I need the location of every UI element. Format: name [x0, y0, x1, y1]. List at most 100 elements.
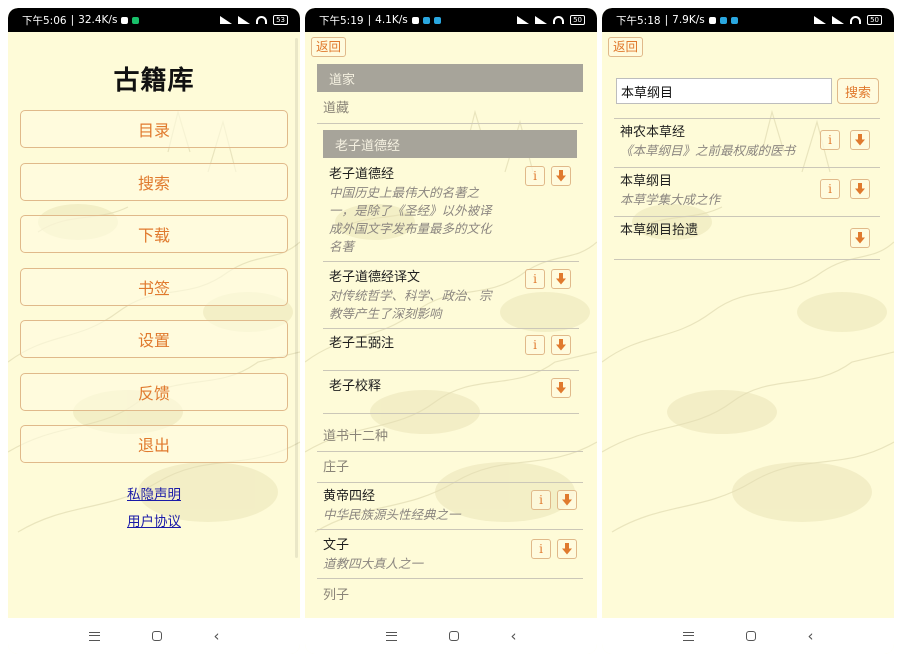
download-arrow-icon[interactable] — [557, 490, 577, 510]
download-button[interactable]: 下载 — [20, 215, 288, 253]
search-button[interactable]: 搜索 — [20, 163, 288, 201]
app-notification-2-icon — [433, 16, 441, 24]
privacy-link[interactable]: 私隐声明 — [8, 483, 300, 503]
app-notification-2-icon — [730, 16, 738, 24]
app-title: 古籍库 — [113, 66, 195, 96]
entry-title: 老子校释 — [329, 379, 382, 394]
system-nav-bar: ‹ — [8, 618, 300, 654]
home-icon[interactable] — [448, 631, 459, 641]
signal-2-icon — [832, 16, 845, 24]
list-item[interactable]: 老子道德经译文 对传统哲学、科学、政治、宗 教等产生了深刻影响 i — [323, 269, 579, 329]
home-icon[interactable] — [745, 631, 756, 641]
info-button[interactable]: i — [525, 269, 545, 289]
list-item[interactable]: 黄帝四经 中华民族源头性经典之一 i — [317, 488, 583, 530]
recent-apps-icon[interactable] — [88, 631, 100, 641]
info-button[interactable]: i — [531, 539, 551, 559]
scrollbar[interactable] — [295, 38, 298, 558]
list-item[interactable]: 老子校释 — [323, 378, 579, 414]
download-arrow-icon[interactable] — [850, 130, 870, 150]
status-bar: 下午5:18 | 7.9K/s 50 — [602, 8, 894, 32]
subcategory-item[interactable]: 道藏 — [317, 98, 583, 124]
back-arrow-icon[interactable]: ‹ — [511, 628, 517, 644]
battery-icon: 50 — [570, 15, 585, 25]
signal-icon — [517, 16, 530, 24]
status-net-speed: 32.4K/s — [78, 14, 118, 26]
category-item[interactable]: 列子 — [317, 585, 583, 611]
result-description: 本草学集大成之作 — [620, 192, 721, 207]
system-nav-bar: ‹ — [602, 618, 894, 654]
signal-icon — [814, 16, 827, 24]
status-net-speed: 4.1K/s — [375, 14, 408, 26]
search-input[interactable] — [616, 78, 832, 104]
recent-apps-icon[interactable] — [682, 631, 694, 641]
download-arrow-icon[interactable] — [551, 269, 571, 289]
catalog-screen: 下午5:19 | 4.1K/s 50 返回 道家 道藏 老子道德经 老子道德经 … — [305, 8, 597, 654]
info-button[interactable]: i — [820, 179, 840, 199]
category-item[interactable]: 道书十二种 — [317, 426, 583, 452]
signal-icon — [220, 16, 233, 24]
battery-icon: 50 — [867, 15, 882, 25]
entry-description: 中国历史上最伟大的名著之 一，是除了《圣经》以外被译 成外国文字发布量最多的文化… — [329, 185, 492, 254]
wifi-icon — [850, 16, 862, 24]
user-agreement-link[interactable]: 用户协议 — [8, 510, 300, 530]
entry-description: 对传统哲学、科学、政治、宗 教等产生了深刻影响 — [329, 288, 492, 321]
wifi-icon — [553, 16, 565, 24]
back-arrow-icon[interactable]: ‹ — [808, 628, 814, 644]
result-title: 本草纲目 — [620, 174, 673, 189]
home-icon[interactable] — [151, 631, 162, 641]
wifi-icon — [256, 16, 268, 24]
search-result-item[interactable]: 本草纲目 本草学集大成之作 i — [614, 173, 880, 217]
download-arrow-icon[interactable] — [850, 179, 870, 199]
battery-icon: 53 — [273, 15, 288, 25]
search-screen: 下午5:18 | 7.9K/s 50 返回 搜索 神农本草经 《本草纲目》之前最… — [602, 8, 894, 654]
back-button[interactable]: 返回 — [608, 37, 644, 57]
status-bar: 下午5:06 | 32.4K/s 53 — [8, 8, 300, 32]
landscape-background — [602, 32, 894, 618]
list-item[interactable]: 文子 道教四大真人之一 i — [317, 537, 583, 579]
feedback-button[interactable]: 反馈 — [20, 373, 288, 411]
app-notification-icon — [719, 16, 727, 24]
status-time: 下午5:18 — [616, 14, 661, 27]
system-nav-bar: ‹ — [305, 618, 597, 654]
home-screen: 下午5:06 | 32.4K/s 53 古籍库 目录 搜索 下载 书签 设置 反… — [8, 8, 300, 654]
status-net-speed: 7.9K/s — [672, 14, 705, 26]
category-item[interactable]: 庄子 — [317, 457, 583, 483]
info-button[interactable]: i — [525, 335, 545, 355]
signal-2-icon — [535, 16, 548, 24]
settings-button[interactable]: 设置 — [20, 320, 288, 358]
notification-bell-icon — [121, 16, 129, 24]
search-result-item[interactable]: 本草纲目拾遗 — [614, 222, 880, 260]
search-result-item[interactable]: 神农本草经 《本草纲目》之前最权威的医书 i — [614, 124, 880, 168]
download-arrow-icon[interactable] — [551, 166, 571, 186]
divider — [614, 118, 880, 119]
download-arrow-icon[interactable] — [551, 378, 571, 398]
result-title: 本草纲目拾遗 — [620, 223, 699, 238]
result-description: 《本草纲目》之前最权威的医书 — [620, 143, 796, 158]
download-arrow-icon[interactable] — [551, 335, 571, 355]
info-button[interactable]: i — [820, 130, 840, 150]
list-item[interactable]: 老子王弼注 i — [323, 335, 579, 371]
bookmarks-button[interactable]: 书签 — [20, 268, 288, 306]
search-submit-button[interactable]: 搜索 — [837, 78, 879, 104]
app-notification-icon — [422, 16, 430, 24]
recent-apps-icon[interactable] — [385, 631, 397, 641]
status-time: 下午5:19 — [319, 14, 364, 27]
download-arrow-icon[interactable] — [557, 539, 577, 559]
notification-bell-icon — [411, 16, 419, 24]
result-title: 神农本草经 — [620, 125, 686, 140]
back-arrow-icon[interactable]: ‹ — [214, 628, 220, 644]
group-header[interactable]: 老子道德经 — [323, 130, 577, 158]
category-header[interactable]: 道家 — [317, 64, 583, 92]
notification-bell-icon — [708, 16, 716, 24]
app-notification-icon — [132, 16, 140, 24]
status-bar: 下午5:19 | 4.1K/s 50 — [305, 8, 597, 32]
back-button[interactable]: 返回 — [311, 37, 347, 57]
info-button[interactable]: i — [531, 490, 551, 510]
status-time: 下午5:06 — [22, 14, 67, 27]
exit-button[interactable]: 退出 — [20, 425, 288, 463]
list-item[interactable]: 老子道德经 中国历史上最伟大的名著之 一，是除了《圣经》以外被译 成外国文字发布… — [323, 166, 579, 262]
download-arrow-icon[interactable] — [850, 228, 870, 248]
info-button[interactable]: i — [525, 166, 545, 186]
catalog-button[interactable]: 目录 — [20, 110, 288, 148]
signal-2-icon — [238, 16, 251, 24]
